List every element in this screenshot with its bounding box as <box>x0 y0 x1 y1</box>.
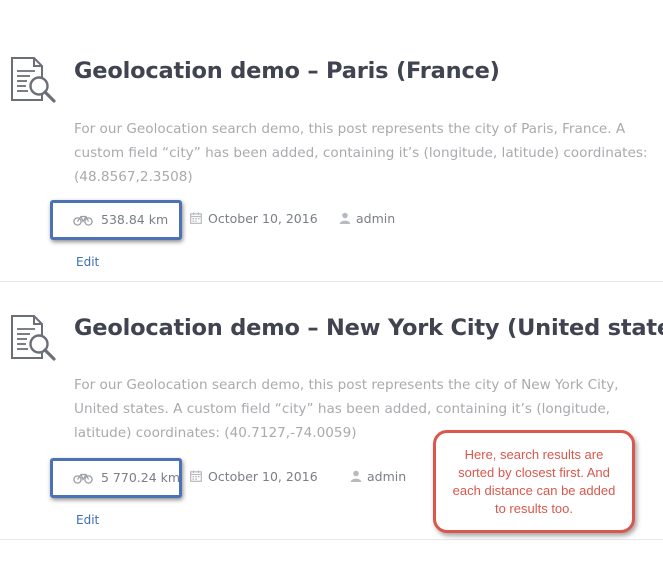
calendar-icon <box>190 470 202 482</box>
distance-value: 538.84 km <box>101 212 169 227</box>
bicycle-icon <box>73 215 93 226</box>
post-date[interactable]: October 10, 2016 <box>208 469 318 484</box>
search-document-icon <box>11 57 56 103</box>
post-title[interactable]: Geolocation demo – Paris (France) <box>74 58 500 84</box>
search-document-icon <box>11 315 56 361</box>
post-author[interactable]: admin <box>367 469 406 484</box>
distance-value: 5 770.24 km <box>101 470 181 485</box>
post-excerpt: For our Geolocation search demo, this po… <box>74 121 648 185</box>
post-date[interactable]: October 10, 2016 <box>208 211 318 226</box>
edit-link[interactable]: Edit <box>76 513 99 527</box>
distance-highlight: 5 770.24 km <box>50 458 182 498</box>
callout-text: Here, search results are sorted by close… <box>452 446 616 516</box>
user-icon <box>350 470 362 482</box>
calendar-icon <box>190 212 202 224</box>
edit-link[interactable]: Edit <box>76 255 99 269</box>
distance-highlight: 538.84 km <box>50 200 182 240</box>
post-item: Geolocation demo – Paris (France) For ou… <box>0 0 663 282</box>
user-icon <box>339 212 351 224</box>
post-title[interactable]: Geolocation demo – New York City (United… <box>74 315 663 341</box>
post-author[interactable]: admin <box>356 211 395 226</box>
annotation-callout: Here, search results are sorted by close… <box>433 430 635 533</box>
bicycle-icon <box>73 473 93 484</box>
